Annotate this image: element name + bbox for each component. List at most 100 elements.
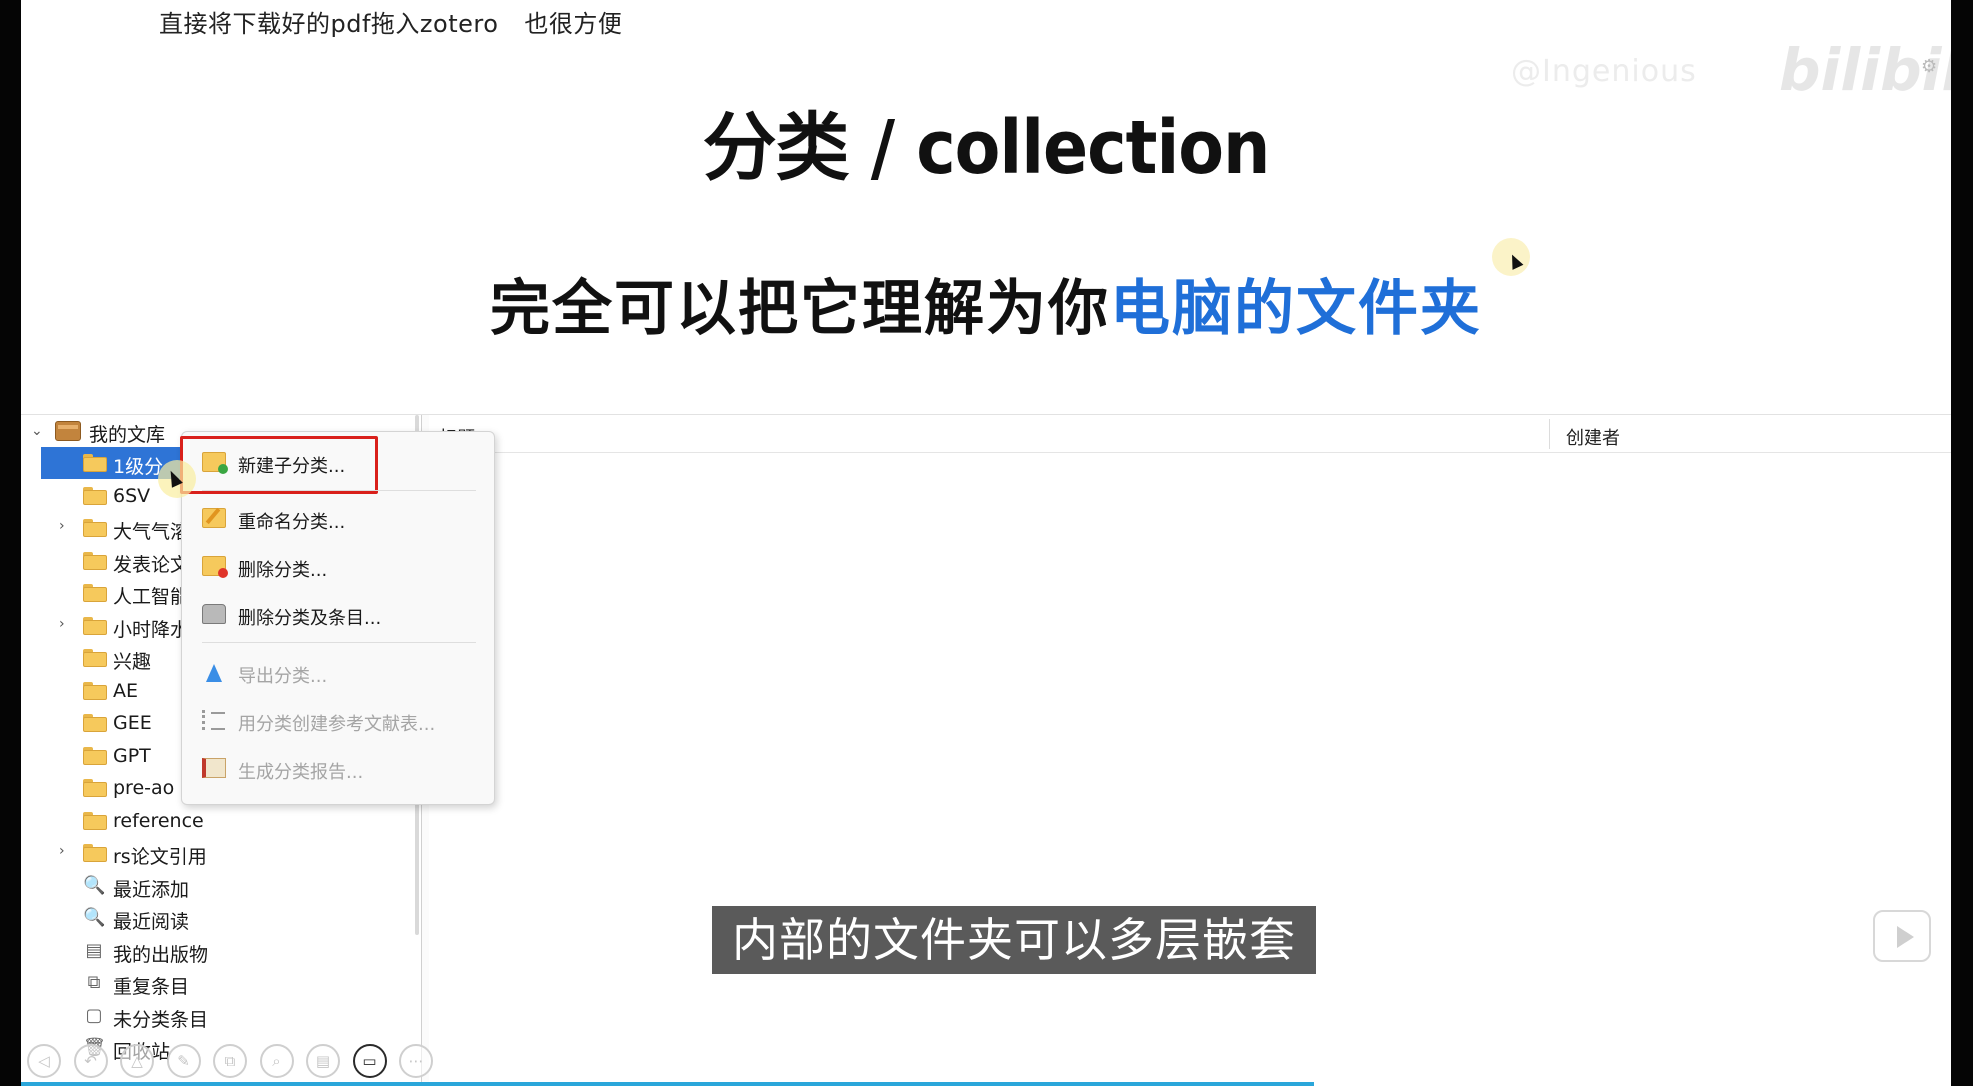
tree-row-special[interactable]: 🔍 最近添加 bbox=[21, 870, 421, 902]
top-caption: 直接将下载好的pdf拖入zotero 也很方便 bbox=[159, 4, 622, 39]
chevron-right-icon[interactable]: › bbox=[59, 519, 73, 533]
slide-subtitle-plain: 完全可以把它理解为你 bbox=[490, 274, 1110, 344]
menu-separator bbox=[202, 642, 476, 643]
folder-icon bbox=[83, 844, 107, 862]
report-icon bbox=[202, 758, 226, 778]
special-label: 重复条目 bbox=[113, 976, 190, 998]
top-caption-part2: 也很方便 bbox=[524, 10, 623, 38]
menu-separator bbox=[202, 490, 476, 491]
folder-icon bbox=[83, 811, 107, 830]
duplicates-icon: ⧉ bbox=[87, 972, 101, 993]
tree-row-special[interactable]: 🔍 最近阅读 bbox=[21, 902, 421, 934]
rename-icon bbox=[202, 508, 226, 528]
context-menu-item[interactable]: 重命名分类... bbox=[182, 498, 496, 538]
slide-subtitle-highlight: 电脑的文件夹 bbox=[1110, 274, 1482, 344]
undo-icon[interactable]: ↶ bbox=[73, 1044, 108, 1078]
bibliography-icon bbox=[202, 710, 226, 730]
right-letterbox bbox=[1951, 0, 1973, 1086]
collection-label: AE bbox=[113, 679, 139, 702]
context-menu-label: 重命名分类... bbox=[238, 512, 346, 533]
pen-icon[interactable]: ✎ bbox=[166, 1044, 201, 1078]
subtitle-icon[interactable]: ▤ bbox=[306, 1044, 340, 1078]
tree-row-collection[interactable]: › rs论文引用 bbox=[21, 837, 421, 869]
zotero-window: ⌄ 我的文库 1级分类 6SV › 大气气溶 发表论文 人工智能 › 小时降水 兴趣 AE GEE G… bbox=[21, 414, 1951, 1086]
collection-label: 兴趣 bbox=[113, 651, 152, 673]
player-toolbar: ◁ ↶ △ ✎ ⧉ ⌕ ▤ ▭ ⋯ bbox=[21, 1042, 461, 1082]
collection-label: pre-ao bbox=[113, 777, 175, 799]
folder-icon bbox=[83, 779, 107, 797]
trash-icon bbox=[202, 604, 226, 624]
play-icon[interactable] bbox=[1873, 910, 1931, 962]
saved-search-icon: 🔍 bbox=[83, 907, 106, 928]
special-label: 未分类条目 bbox=[113, 1008, 209, 1031]
slide-title: 分类 / collection bbox=[702, 105, 1271, 191]
collection-context-menu: 新建子分类... 重命名分类... 删除分类... 删除分类及条目... 导出分类...… bbox=[180, 431, 496, 805]
folder-icon bbox=[83, 519, 107, 537]
context-menu-label: 导出分类... bbox=[238, 666, 328, 687]
tree-row-special[interactable]: ⧉ 重复条目 bbox=[21, 967, 421, 999]
folder-icon bbox=[83, 616, 107, 635]
video-subtitle: 内部的文件夹可以多层嵌套 bbox=[712, 906, 1316, 974]
context-menu-label: 删除分类及条目... bbox=[238, 608, 382, 629]
watermark-text: @Ingenious bbox=[1511, 54, 1697, 89]
delete-collection-icon bbox=[202, 556, 228, 578]
column-creator[interactable]: 创建者 bbox=[1566, 424, 1620, 450]
context-menu-item[interactable]: 新建子分类... bbox=[182, 442, 496, 482]
new-subcollection-icon bbox=[202, 452, 228, 474]
collection-label: 小时降水 bbox=[113, 618, 190, 641]
folder-icon bbox=[83, 551, 107, 570]
column-separator[interactable] bbox=[1549, 419, 1550, 449]
chevron-right-icon[interactable]: › bbox=[59, 617, 73, 631]
slide-subtitle: 完全可以把它理解为你电脑的文件夹 bbox=[21, 260, 1951, 347]
context-menu-item: 生成分类报告... bbox=[182, 748, 496, 788]
mouse-cursor-icon bbox=[1492, 238, 1530, 276]
collection-label: 大气气溶 bbox=[113, 521, 190, 543]
context-menu-label: 生成分类报告... bbox=[238, 762, 364, 783]
context-menu-label: 新建子分类... bbox=[238, 456, 346, 477]
more-icon[interactable]: ⋯ bbox=[399, 1044, 433, 1078]
special-label: 最近阅读 bbox=[113, 911, 190, 933]
left-letterbox bbox=[0, 0, 21, 1086]
back-icon[interactable]: ◁ bbox=[27, 1044, 61, 1078]
folder-icon bbox=[83, 454, 107, 472]
folder-icon bbox=[83, 584, 107, 602]
collection-label: GPT bbox=[113, 744, 151, 767]
publications-icon: ▤ bbox=[85, 939, 103, 961]
context-menu-item[interactable]: 删除分类及条目... bbox=[182, 594, 496, 634]
copy-icon[interactable]: ⧉ bbox=[213, 1044, 247, 1078]
progress-bar[interactable] bbox=[21, 1082, 1315, 1086]
watermark-settings-icon: ⚙ bbox=[1921, 56, 1938, 77]
collection-label: 人工智能 bbox=[113, 586, 190, 608]
zoom-icon[interactable]: ⌕ bbox=[259, 1044, 294, 1078]
export-icon bbox=[206, 664, 222, 682]
collection-label: rs论文引用 bbox=[113, 846, 207, 868]
context-menu-label: 删除分类... bbox=[238, 560, 328, 581]
video-frame: 直接将下载好的pdf拖入zotero 也很方便 @Ingenious bilibi… bbox=[21, 0, 1951, 1086]
chevron-right-icon[interactable]: › bbox=[59, 844, 73, 858]
tree-row-special[interactable]: ▤ 我的出版物 bbox=[21, 935, 421, 967]
special-label: 我的出版物 bbox=[113, 943, 209, 966]
context-menu-item: 导出分类... bbox=[182, 652, 496, 692]
library-icon bbox=[55, 421, 81, 441]
library-label: 我的文库 bbox=[89, 424, 166, 446]
folder-icon bbox=[83, 649, 107, 667]
saved-search-icon: 🔍 bbox=[83, 874, 106, 896]
context-menu-item[interactable]: 删除分类... bbox=[182, 546, 496, 586]
up-icon[interactable]: △ bbox=[120, 1044, 154, 1078]
context-menu-item: 用分类创建参考文献表... bbox=[182, 700, 496, 740]
special-label: 最近添加 bbox=[113, 878, 190, 901]
collection-label: reference bbox=[113, 809, 204, 832]
camera-icon[interactable]: ▭ bbox=[352, 1044, 387, 1078]
collection-label: GEE bbox=[113, 712, 152, 734]
unfiled-icon: ▢ bbox=[85, 1004, 103, 1026]
top-caption-part1: 直接将下载好的pdf拖入zotero bbox=[159, 10, 499, 38]
items-column-header: 标题 创建者 bbox=[429, 415, 1951, 453]
folder-icon bbox=[83, 746, 107, 765]
tree-row-special[interactable]: ▢ 未分类条目 bbox=[21, 1000, 421, 1032]
collection-label: 6SV bbox=[113, 484, 151, 507]
context-menu-label: 用分类创建参考文献表... bbox=[238, 714, 436, 735]
folder-icon bbox=[83, 714, 107, 732]
chevron-down-icon[interactable]: ⌄ bbox=[31, 424, 45, 438]
folder-icon bbox=[83, 681, 107, 700]
tree-row-collection[interactable]: reference bbox=[21, 805, 421, 837]
